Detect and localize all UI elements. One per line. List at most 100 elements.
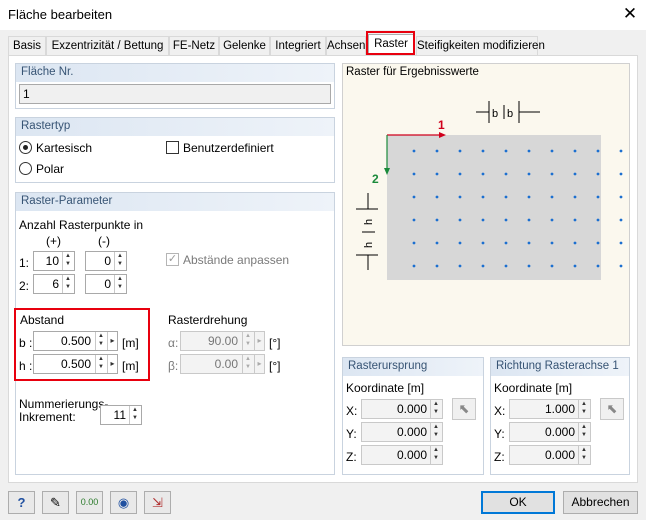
grid-dot	[550, 218, 554, 222]
b-dim-label-2: b	[507, 108, 513, 120]
edit-icon[interactable]: ✎	[42, 491, 69, 514]
b-dim-label-1: b	[492, 108, 498, 120]
units-icon[interactable]: 0.00	[76, 491, 103, 514]
flaeche-nr-field: 1	[19, 84, 331, 104]
grid-dot	[573, 218, 577, 222]
tab-fe-netz[interactable]: FE-Netz	[169, 36, 219, 55]
close-icon[interactable]: ✕	[620, 3, 640, 25]
nummerierung-label-1: Nummerierungs-	[19, 397, 109, 411]
h-spinner[interactable]: ▲ ▼	[95, 355, 106, 373]
tab-integriert[interactable]: Integriert	[270, 36, 326, 55]
ursprung-pick-icon[interactable]: ⬉	[452, 398, 476, 420]
r1-plus-spinner[interactable]: ▲ ▼	[62, 252, 73, 270]
grid-dot	[527, 149, 531, 153]
grid-dot	[458, 172, 462, 176]
ursprung-z-label: Z:	[346, 450, 357, 464]
tab-achsen[interactable]: Achsen	[326, 36, 366, 55]
export-icon[interactable]: ⇲	[144, 491, 171, 514]
grid-dot	[596, 241, 600, 245]
h-dim-label-2: h	[363, 242, 375, 248]
richtung-pick-icon[interactable]: ⬉	[600, 398, 624, 420]
alpha-unit: [°]	[269, 336, 281, 350]
grid-dot	[550, 195, 554, 199]
abstaende-anpassen-checkbox[interactable]: ✓	[166, 253, 179, 266]
r2-plus-spinner[interactable]: ▲ ▼	[62, 275, 73, 293]
ursprung-y-label: Y:	[346, 427, 357, 441]
grid-dot	[458, 149, 462, 153]
ok-button[interactable]: OK	[481, 491, 555, 514]
h-dim-label-1: h	[363, 219, 375, 225]
h-menu-icon[interactable]: ▸	[107, 355, 117, 373]
tab-steifigkeiten[interactable]: Steifigkeiten modifizieren	[416, 36, 545, 55]
grid-dot	[412, 195, 416, 199]
richtung-y-spinner[interactable]: ▲ ▼	[578, 423, 589, 441]
grid-dot	[596, 195, 600, 199]
b-menu-icon[interactable]: ▸	[107, 332, 117, 350]
grid-dot	[412, 218, 416, 222]
grid-dot	[412, 149, 416, 153]
alpha-spinner[interactable]: ▲ ▼	[242, 332, 253, 350]
benutzerdefiniert-checkbox[interactable]	[166, 141, 179, 154]
ursprung-x-spinner[interactable]: ▲ ▼	[430, 400, 441, 418]
radio-kartesisch[interactable]	[19, 141, 32, 154]
tab-basis[interactable]: Basis	[8, 36, 46, 55]
benutzerdefiniert-label: Benutzerdefiniert	[183, 141, 274, 155]
grid-dot	[435, 149, 439, 153]
b-spinner[interactable]: ▲ ▼	[95, 332, 106, 350]
grid-dot	[619, 264, 623, 268]
beta-unit: [°]	[269, 359, 281, 373]
grid-dot	[550, 264, 554, 268]
h-unit: [m]	[122, 359, 139, 373]
abstaende-anpassen-label: Abstände anpassen	[183, 253, 290, 267]
grid-dot	[527, 264, 531, 268]
alpha-menu-icon[interactable]: ▸	[254, 332, 264, 350]
grid-dot	[458, 195, 462, 199]
grid-dot	[412, 241, 416, 245]
tab-gelenke[interactable]: Gelenke	[219, 36, 270, 55]
kartesisch-label: Kartesisch	[36, 141, 93, 155]
richtung-x-spinner[interactable]: ▲ ▼	[578, 400, 589, 418]
grid-dot	[504, 264, 508, 268]
grid-dot	[412, 172, 416, 176]
grid-preview: 1 2 b b h h	[356, 101, 623, 280]
ursprung-x-label: X:	[346, 404, 358, 418]
surface-rect	[387, 135, 601, 280]
beta-spinner[interactable]: ▲ ▼	[242, 355, 253, 373]
help-icon[interactable]: ?	[8, 491, 35, 514]
abstand-label: Abstand	[20, 313, 65, 327]
r1-minus-spinner[interactable]: ▲ ▼	[114, 252, 125, 270]
grid-dot	[504, 149, 508, 153]
raster-tab-highlight	[366, 31, 415, 55]
r2-minus-spinner[interactable]: ▲ ▼	[114, 275, 125, 293]
grid-dot	[435, 218, 439, 222]
ursprung-koordinate-label: Koordinate [m]	[346, 381, 425, 395]
richtung-koordinate-label: Koordinate [m]	[494, 381, 573, 395]
grid-dot	[527, 172, 531, 176]
grid-dot	[550, 241, 554, 245]
axis1-label: 1	[438, 118, 445, 132]
cancel-button[interactable]: Abbrechen	[563, 491, 638, 514]
grid-dot	[573, 264, 577, 268]
view-icon[interactable]: ◉	[110, 491, 137, 514]
grid-dot	[458, 218, 462, 222]
tab-exzentrizitaet[interactable]: Exzentrizität / Bettung	[46, 36, 169, 55]
rasterdrehung-label: Rasterdrehung	[168, 313, 248, 327]
flaeche-nr-heading: Fläche Nr.	[16, 64, 334, 82]
richtung-z-spinner[interactable]: ▲ ▼	[578, 446, 589, 464]
grid-dot	[527, 195, 531, 199]
grid-dot	[435, 264, 439, 268]
grid-dot	[596, 172, 600, 176]
radio-polar[interactable]	[19, 162, 32, 175]
anzahl-label: Anzahl Rasterpunkte in	[19, 218, 144, 232]
grid-dot	[481, 241, 485, 245]
beta-menu-icon[interactable]: ▸	[254, 355, 264, 373]
tab-strip: Basis Exzentrizität / Bettung FE-Netz Ge…	[8, 34, 640, 56]
grid-dot	[458, 241, 462, 245]
nummerierung-spinner[interactable]: ▲ ▼	[129, 406, 140, 424]
grid-dot	[596, 218, 600, 222]
nummerierung-label-2: Inkrement:	[19, 410, 76, 424]
b-unit: [m]	[122, 336, 139, 350]
grid-dot	[573, 241, 577, 245]
ursprung-z-spinner[interactable]: ▲ ▼	[430, 446, 441, 464]
ursprung-y-spinner[interactable]: ▲ ▼	[430, 423, 441, 441]
